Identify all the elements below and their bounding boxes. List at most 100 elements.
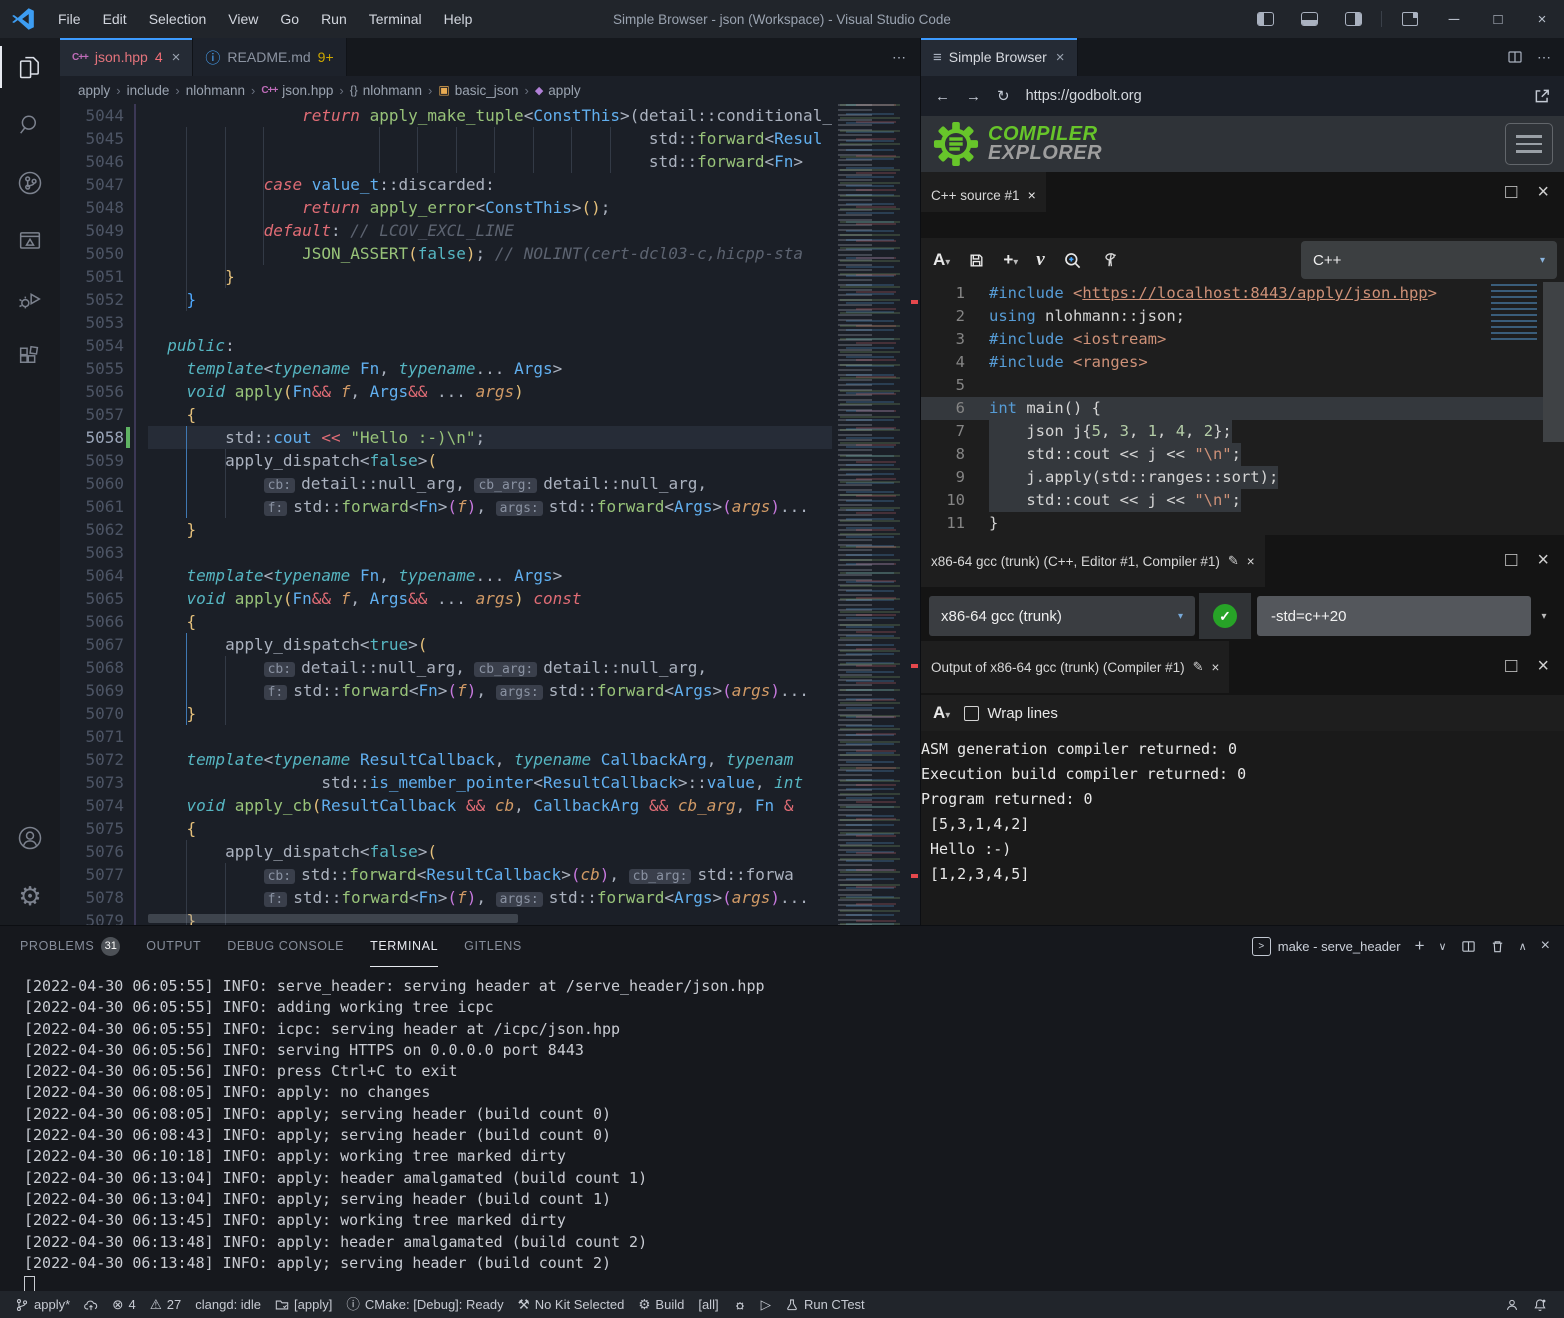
tab-compiler[interactable]: x86-64 gcc (trunk) (C++, Editor #1, Comp… bbox=[921, 535, 1265, 587]
code-line[interactable]: 5055 template<typename Fn, typename... A… bbox=[60, 357, 920, 380]
vim-mode-icon[interactable]: v bbox=[1036, 249, 1044, 271]
code-line[interactable]: 5078 f:std::forward<Fn>(f), args:std::fo… bbox=[60, 886, 920, 909]
close-pane-icon[interactable]: × bbox=[1537, 549, 1549, 572]
panel-tab-terminal[interactable]: TERMINAL bbox=[370, 926, 438, 967]
compiler-options-input[interactable]: -std=c++20 bbox=[1257, 596, 1531, 636]
status-item-notifications[interactable] bbox=[1526, 1298, 1554, 1312]
code-line[interactable]: 5072 template<typename ResultCallback, t… bbox=[60, 748, 920, 771]
maximize-pane-icon[interactable]: □ bbox=[1505, 181, 1517, 204]
panel-tab-gitlens[interactable]: GITLENS bbox=[464, 926, 522, 966]
compiler-explorer-logo[interactable]: COMPILER EXPLORER bbox=[933, 121, 1102, 167]
code-line[interactable]: 5068 cb:detail::null_arg, cb_arg:detail:… bbox=[60, 656, 920, 679]
code-line[interactable]: 5046 std::forward<Fn> bbox=[60, 150, 920, 173]
toggle-secondary-sidebar-button[interactable] bbox=[1331, 0, 1375, 38]
minimap[interactable] bbox=[832, 104, 920, 925]
godbolt-source-editor[interactable]: 1#include <https://localhost:8443/apply/… bbox=[921, 282, 1564, 535]
menu-help[interactable]: Help bbox=[434, 7, 483, 31]
menu-edit[interactable]: Edit bbox=[93, 7, 137, 31]
status-item-cmake-debug[interactable] bbox=[726, 1298, 754, 1312]
code-line[interactable]: 5063 bbox=[60, 541, 920, 564]
search-icon[interactable] bbox=[0, 96, 60, 154]
maximize-button[interactable]: □ bbox=[1476, 0, 1520, 38]
back-icon[interactable]: ← bbox=[935, 88, 950, 105]
rename-icon[interactable]: ✎ bbox=[1228, 553, 1239, 569]
maximize-pane-icon[interactable]: □ bbox=[1505, 655, 1517, 678]
run-and-debug-icon[interactable] bbox=[0, 270, 60, 328]
code-line[interactable]: 5052 } bbox=[60, 288, 920, 311]
zoom-search-icon[interactable] bbox=[1063, 251, 1082, 270]
terminal-content[interactable]: [2022-04-30 06:05:55] INFO: serve_header… bbox=[0, 966, 1564, 1291]
code-line[interactable]: 5051 } bbox=[60, 265, 920, 288]
code-line[interactable]: 10 std::cout << j << "\n"; bbox=[921, 489, 1564, 512]
code-line[interactable]: 11} bbox=[921, 512, 1564, 535]
code-line[interactable]: 5050 JSON_ASSERT(false); // NOLINT(cert-… bbox=[60, 242, 920, 265]
status-item-problems-errors[interactable]: ⊗4 bbox=[105, 1297, 143, 1312]
code-line[interactable]: 5044 return apply_make_tuple<ConstThis>(… bbox=[60, 104, 920, 127]
code-line[interactable]: 5075 { bbox=[60, 817, 920, 840]
status-item-problems-warnings[interactable]: ⚠27 bbox=[143, 1297, 189, 1312]
code-line[interactable]: 8 std::cout << j << "\n"; bbox=[921, 443, 1564, 466]
open-external-icon[interactable] bbox=[1533, 87, 1551, 105]
close-icon[interactable]: × bbox=[1028, 187, 1036, 203]
code-line[interactable]: 3#include <iostream> bbox=[921, 328, 1564, 351]
menu-view[interactable]: View bbox=[218, 7, 268, 31]
code-line[interactable]: 5053 bbox=[60, 311, 920, 334]
status-item-cmake-launch[interactable]: ▷ bbox=[754, 1298, 778, 1312]
save-icon[interactable] bbox=[968, 252, 985, 269]
code-line[interactable]: 5062 } bbox=[60, 518, 920, 541]
rename-icon[interactable]: ✎ bbox=[1193, 659, 1204, 675]
breadcrumb-item[interactable]: apply bbox=[78, 83, 110, 98]
menu-run[interactable]: Run bbox=[311, 7, 357, 31]
code-line[interactable]: 5066 { bbox=[60, 610, 920, 633]
code-line[interactable]: 5049 default: // LCOV_EXCL_LINE bbox=[60, 219, 920, 242]
options-dropdown-icon[interactable]: ▾ bbox=[1531, 611, 1557, 622]
code-line[interactable]: 5070 } bbox=[60, 702, 920, 725]
code-line[interactable]: 5057 { bbox=[60, 403, 920, 426]
code-line[interactable]: 2using nlohmann::json; bbox=[921, 305, 1564, 328]
code-line[interactable]: 5058 std::cout << "Hello :-)\n"; bbox=[60, 426, 920, 449]
close-window-button[interactable]: × bbox=[1520, 0, 1564, 38]
close-pane-icon[interactable]: × bbox=[1537, 181, 1549, 204]
compiler-select[interactable]: x86-64 gcc (trunk) ▾ bbox=[929, 596, 1195, 636]
panel-tab-debug-console[interactable]: DEBUG CONSOLE bbox=[227, 926, 344, 966]
extensions-icon[interactable] bbox=[0, 328, 60, 386]
tab-output[interactable]: Output of x86-64 gcc (trunk) (Compiler #… bbox=[921, 641, 1229, 693]
accounts-icon[interactable] bbox=[0, 809, 60, 867]
reload-icon[interactable]: ↻ bbox=[997, 87, 1010, 105]
terminal-dropdown-icon[interactable]: ∨ bbox=[1439, 940, 1447, 953]
toggle-panel-button[interactable] bbox=[1287, 0, 1331, 38]
settings-gear-icon[interactable]: ⚙ bbox=[0, 867, 60, 925]
close-panel-icon[interactable]: × bbox=[1541, 937, 1550, 955]
close-icon[interactable]: × bbox=[1056, 49, 1065, 66]
cmake-icon[interactable] bbox=[0, 212, 60, 270]
maximize-pane-icon[interactable]: □ bbox=[1505, 549, 1517, 572]
split-editor-icon[interactable] bbox=[1507, 49, 1523, 65]
code-line[interactable]: 5074 void apply_cb(ResultCallback && cb,… bbox=[60, 794, 920, 817]
language-select[interactable]: C++ ▾ bbox=[1301, 241, 1557, 279]
source-control-icon[interactable] bbox=[0, 154, 60, 212]
panel-tab-problems[interactable]: PROBLEMS31 bbox=[20, 926, 120, 966]
code-line[interactable]: 7 json j{5, 3, 1, 4, 2}; bbox=[921, 420, 1564, 443]
code-line[interactable]: 5061 f:std::forward<Fn>(f), args:std::fo… bbox=[60, 495, 920, 518]
breadcrumb-item[interactable]: nlohmann bbox=[186, 83, 245, 98]
code-line[interactable]: 5054 public: bbox=[60, 334, 920, 357]
wrap-lines-checkbox[interactable] bbox=[964, 706, 979, 721]
close-icon[interactable]: × bbox=[1212, 660, 1220, 675]
breadcrumb-item[interactable]: ▣basic_json bbox=[438, 83, 518, 98]
code-line[interactable]: 4#include <ranges> bbox=[921, 351, 1564, 374]
editor-actions-more-icon[interactable]: ⋯ bbox=[1537, 49, 1551, 66]
tab-readme.md[interactable]: ⓘREADME.md9+ bbox=[193, 38, 346, 76]
terminal-instance[interactable]: > make - serve_header bbox=[1252, 937, 1401, 956]
status-item-cmake-kit[interactable]: ⚒No Kit Selected bbox=[511, 1297, 632, 1312]
close-icon[interactable]: × bbox=[172, 49, 181, 66]
panel-tab-output[interactable]: OUTPUT bbox=[146, 926, 201, 966]
code-line[interactable]: 5045 std::forward<Resul bbox=[60, 127, 920, 150]
minimize-button[interactable]: ─ bbox=[1432, 0, 1476, 38]
code-line[interactable]: 5064 template<typename Fn, typename... A… bbox=[60, 564, 920, 587]
split-terminal-icon[interactable] bbox=[1461, 939, 1476, 954]
horizontal-scrollbar[interactable] bbox=[148, 914, 518, 923]
code-editor[interactable]: 5044 return apply_make_tuple<ConstThis>(… bbox=[60, 104, 920, 925]
add-pane-button[interactable]: +▾ bbox=[1003, 250, 1018, 270]
url-input[interactable]: https://godbolt.org bbox=[1026, 88, 1517, 104]
code-line[interactable]: 5076 apply_dispatch<false>( bbox=[60, 840, 920, 863]
